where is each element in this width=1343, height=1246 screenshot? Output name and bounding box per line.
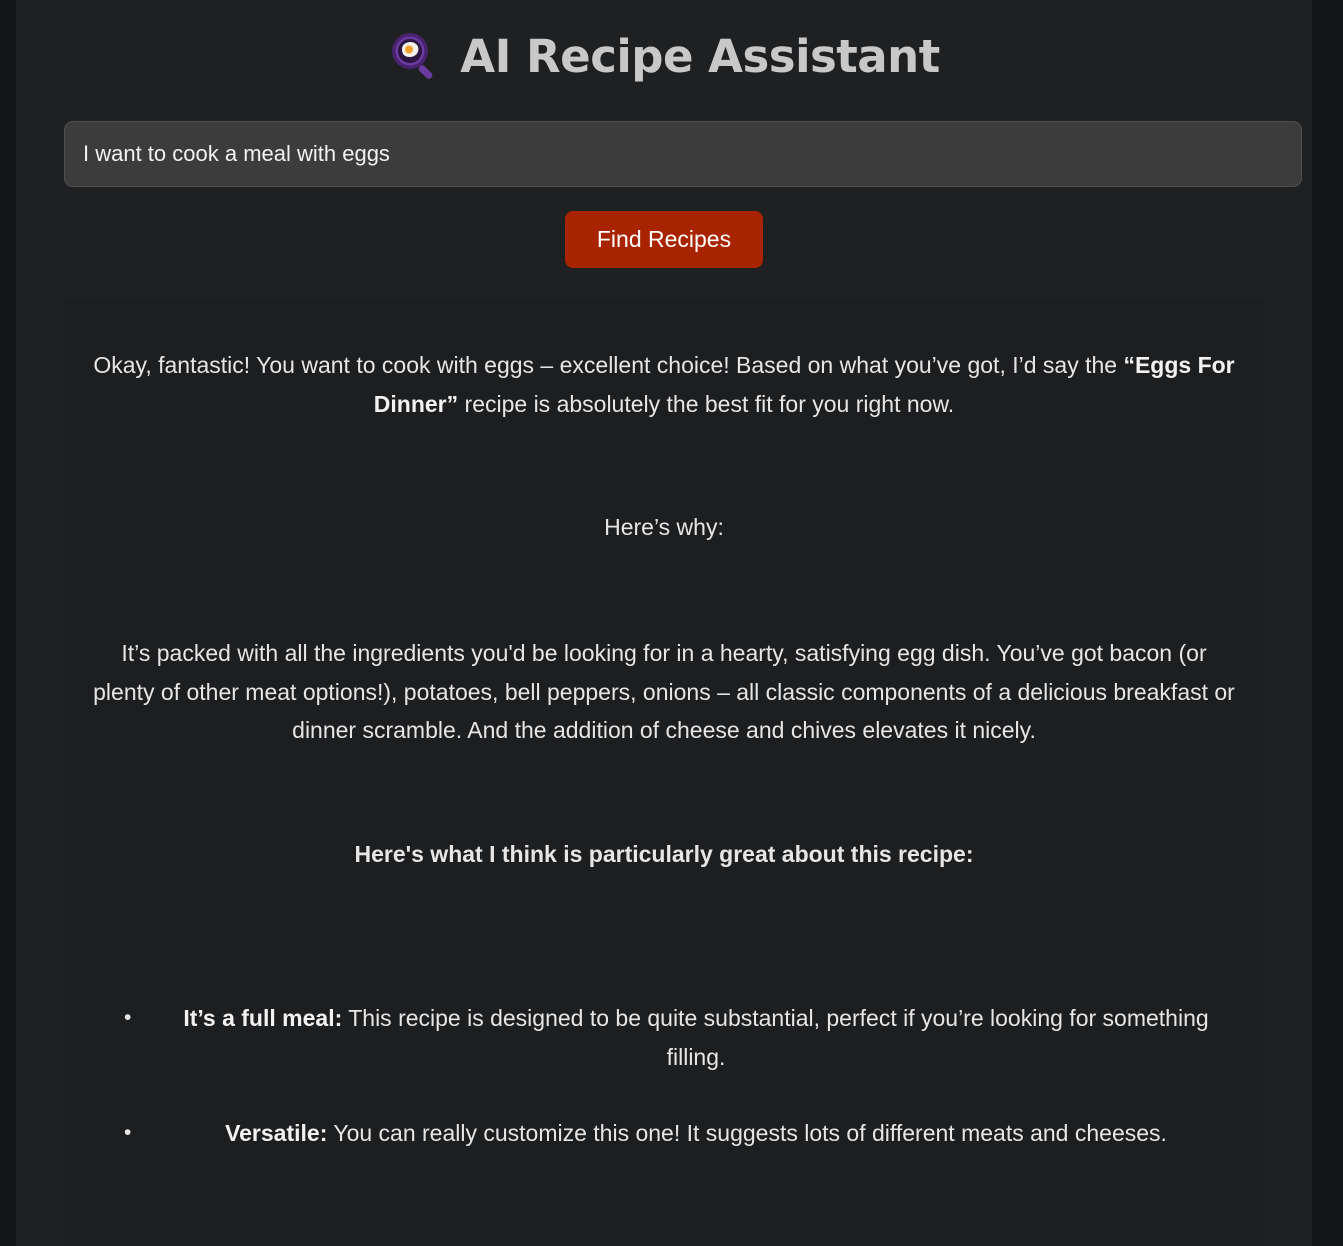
page-header: AI Recipe Assistant [16, 24, 1312, 88]
response-why: Here’s why: [604, 514, 724, 540]
list-item-body: You can really customize this one! It su… [327, 1120, 1167, 1146]
list-item-label: Versatile: [225, 1120, 328, 1146]
recipe-search-input[interactable] [64, 121, 1302, 187]
list-item: Versatile: You can really customize this… [124, 1114, 1240, 1153]
recipe-response-panel: Okay, fantastic! You want to cook with e… [64, 298, 1264, 1246]
response-intro: Okay, fantastic! You want to cook with e… [88, 346, 1240, 423]
list-item-body: This recipe is designed to be quite subs… [342, 1005, 1209, 1070]
response-highlights-heading: Here's what I think is particularly grea… [354, 841, 974, 867]
list-item: It’s a full meal: This recipe is designe… [124, 999, 1240, 1076]
list-item-label: It’s a full meal: [183, 1005, 343, 1031]
frying-pan-egg-icon [392, 33, 433, 79]
list-item-text: It’s a full meal: This recipe is designe… [128, 999, 1240, 1076]
list-item-text: Versatile: You can really customize this… [128, 1114, 1240, 1153]
intro-text-end: recipe is absolutely the best fit for yo… [458, 390, 955, 417]
recipe-app: AI Recipe Assistant Find Recipes Okay, f… [16, 0, 1312, 1246]
find-recipes-button[interactable]: Find Recipes [565, 211, 763, 268]
response-explanation: It’s packed with all the ingredients you… [93, 640, 1235, 743]
intro-text: Okay, fantastic! You want to cook with e… [93, 352, 1124, 378]
page-title: AI Recipe Assistant [460, 29, 940, 83]
